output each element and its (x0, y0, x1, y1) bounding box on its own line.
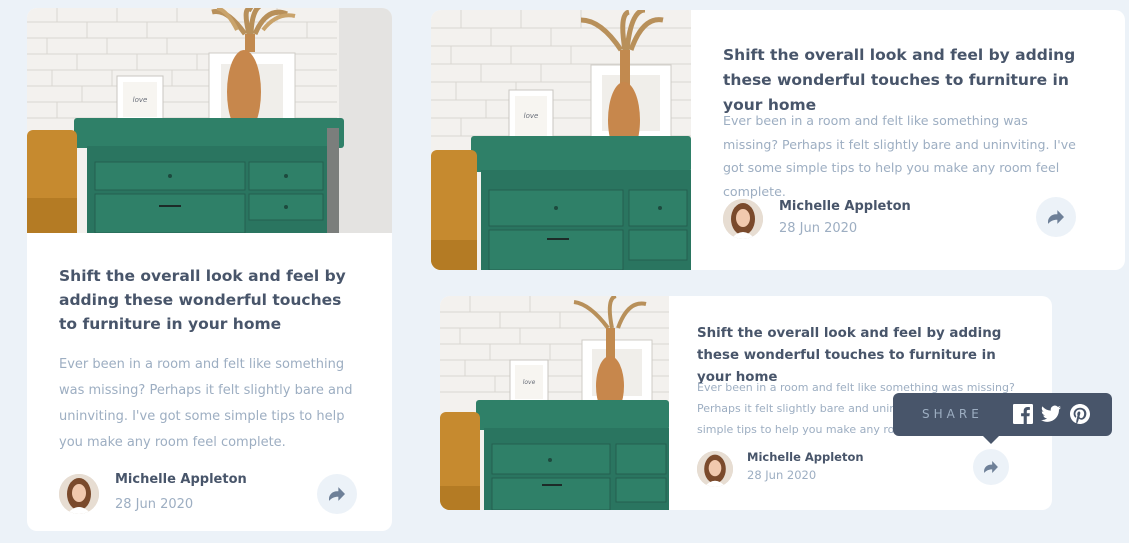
article-card-horizontal: love Shift the overall look and feel by … (431, 10, 1125, 270)
article-description: Ever been in a room and felt like someth… (59, 357, 353, 450)
share-arrow-icon (984, 461, 998, 473)
article-title[interactable]: Shift the overall look and feel by addin… (59, 264, 359, 336)
share-button[interactable] (317, 474, 357, 514)
article-description: Ever been in a room and felt like someth… (723, 113, 1076, 199)
author-avatar (697, 451, 733, 487)
author-avatar (59, 474, 99, 514)
author-name: Michelle Appleton (779, 199, 911, 214)
article-title[interactable]: Shift the overall look and feel by addin… (723, 43, 1093, 118)
author-name: Michelle Appleton (747, 450, 864, 464)
article-image: love (431, 10, 691, 270)
twitter-icon[interactable] (1041, 404, 1061, 424)
share-arrow-icon (329, 487, 345, 501)
article-date: 28 Jun 2020 (747, 468, 817, 482)
article-image: love (27, 8, 392, 233)
pinterest-icon[interactable] (1070, 404, 1090, 424)
facebook-icon[interactable] (1013, 404, 1033, 424)
author-avatar (723, 199, 763, 239)
svg-text:love: love (133, 96, 148, 104)
author-name: Michelle Appleton (115, 472, 247, 487)
article-card-vertical: love Shift the overall look and feel by … (27, 8, 392, 531)
share-button[interactable] (1036, 197, 1076, 237)
share-tooltip: SHARE (893, 393, 1112, 444)
svg-text:love: love (524, 112, 539, 120)
article-date: 28 Jun 2020 (779, 221, 858, 236)
article-date: 28 Jun 2020 (115, 497, 194, 512)
article-image: love (440, 296, 669, 510)
share-label: SHARE (922, 407, 983, 421)
svg-text:love: love (523, 379, 536, 386)
share-arrow-icon (1048, 210, 1064, 224)
share-button[interactable] (973, 449, 1009, 485)
